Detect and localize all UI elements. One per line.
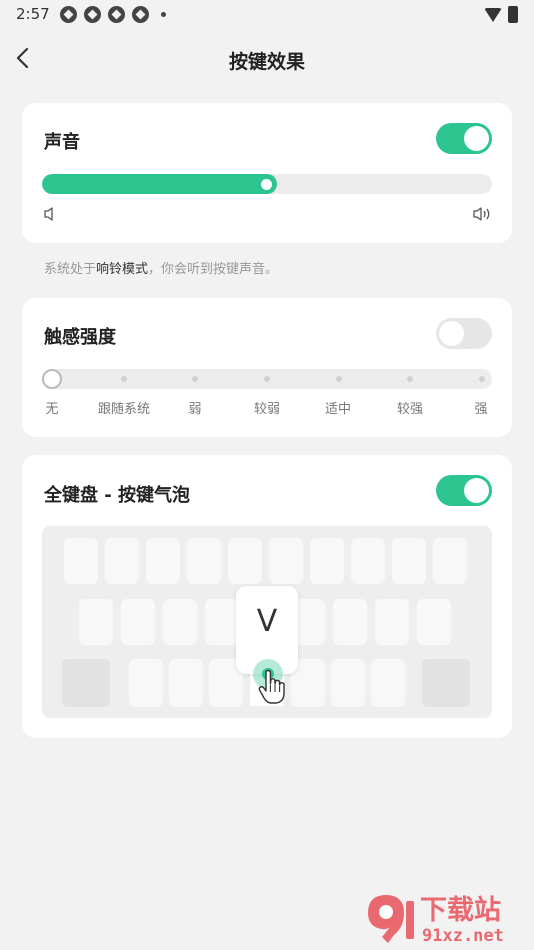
app-notification-icon bbox=[60, 6, 77, 23]
keyboard-key bbox=[105, 538, 139, 584]
keyboard-key bbox=[351, 538, 385, 584]
haptic-step-dot bbox=[336, 376, 342, 382]
hint-mode: 响铃模式 bbox=[96, 262, 149, 277]
keyboard-key bbox=[417, 599, 451, 645]
key-bubble-toggle[interactable] bbox=[436, 475, 492, 506]
haptic-level-none[interactable]: 无 bbox=[12, 398, 92, 417]
key-bubble-letter: V bbox=[256, 604, 278, 639]
haptic-step-dot bbox=[121, 376, 127, 382]
more-notifications-icon bbox=[161, 12, 166, 17]
keyboard-key bbox=[375, 599, 409, 645]
notification-icons bbox=[60, 6, 149, 23]
keyboard-key bbox=[64, 538, 98, 584]
haptic-level-weak[interactable]: 弱 bbox=[155, 398, 235, 417]
volume-thumb[interactable] bbox=[261, 179, 272, 190]
haptic-step-dot bbox=[264, 376, 270, 382]
keyboard-key bbox=[331, 659, 365, 707]
hint-prefix: 系统处于 bbox=[44, 262, 97, 277]
keyboard-key bbox=[205, 599, 239, 645]
page-title: 按键效果 bbox=[228, 51, 305, 73]
shift-key bbox=[62, 659, 110, 707]
wifi-icon bbox=[484, 7, 502, 22]
keyboard-key bbox=[187, 538, 221, 584]
keyboard-key bbox=[433, 538, 467, 584]
keyboard-preview: V bbox=[42, 526, 492, 718]
app-notification-icon bbox=[108, 6, 125, 23]
status-bar: 2:57 bbox=[0, 0, 534, 30]
hint-suffix: ，你会听到按键声音。 bbox=[148, 262, 279, 277]
keyboard-key bbox=[169, 659, 203, 707]
app-notification-icon bbox=[132, 6, 149, 23]
toggle-knob bbox=[464, 478, 489, 503]
keyboard-key bbox=[79, 599, 113, 645]
keyboard-key bbox=[392, 538, 426, 584]
key-bubble-title: 全键盘 - 按键气泡 bbox=[44, 485, 191, 506]
volume-high-icon bbox=[473, 207, 490, 221]
battery-icon bbox=[508, 6, 518, 23]
toggle-knob bbox=[464, 126, 489, 151]
haptic-level-stronger[interactable]: 较强 bbox=[370, 398, 450, 417]
key-bubble-card: 全键盘 - 按键气泡 V bbox=[22, 455, 512, 738]
keyboard-key bbox=[333, 599, 367, 645]
keyboard-key bbox=[163, 599, 197, 645]
keyboard-key bbox=[121, 599, 155, 645]
keyboard-key bbox=[129, 659, 163, 707]
svg-text:91xz.net: 91xz.net bbox=[422, 926, 504, 946]
haptic-step-dot bbox=[479, 376, 485, 382]
haptic-level-strong[interactable]: 强 bbox=[441, 398, 521, 417]
keyboard-key bbox=[228, 538, 262, 584]
delete-key bbox=[422, 659, 470, 707]
haptic-step-dot bbox=[192, 376, 198, 382]
title-bar: 按键效果 bbox=[0, 36, 534, 82]
keyboard-key bbox=[371, 659, 405, 707]
haptic-level-medium[interactable]: 适中 bbox=[298, 398, 378, 417]
ring-mode-hint: 系统处于响铃模式，你会听到按键声音。 bbox=[44, 258, 278, 277]
volume-low-icon bbox=[44, 207, 53, 221]
toggle-knob bbox=[439, 321, 464, 346]
haptic-card: 触感强度 无 跟随系统 弱 较弱 适中 较强 强 bbox=[22, 298, 512, 437]
pointing-hand-icon bbox=[258, 669, 285, 704]
download-site-watermark-logo: 下载站 91xz.net bbox=[368, 895, 504, 946]
haptic-toggle[interactable] bbox=[436, 318, 492, 349]
haptic-level-lighter[interactable]: 较弱 bbox=[227, 398, 307, 417]
sound-card: 声音 bbox=[22, 103, 512, 243]
svg-text:下载站: 下载站 bbox=[420, 895, 501, 926]
haptic-thumb[interactable] bbox=[42, 369, 62, 389]
sound-title: 声音 bbox=[44, 132, 80, 153]
haptic-level-system[interactable]: 跟随系统 bbox=[84, 398, 164, 417]
keyboard-key bbox=[146, 538, 180, 584]
app-notification-icon bbox=[84, 6, 101, 23]
status-time: 2:57 bbox=[16, 5, 50, 23]
keyboard-key bbox=[269, 538, 303, 584]
keyboard-key bbox=[310, 538, 344, 584]
haptic-step-dot bbox=[407, 376, 413, 382]
volume-fill bbox=[42, 174, 277, 194]
haptic-title: 触感强度 bbox=[44, 327, 116, 348]
sound-toggle[interactable] bbox=[436, 123, 492, 154]
